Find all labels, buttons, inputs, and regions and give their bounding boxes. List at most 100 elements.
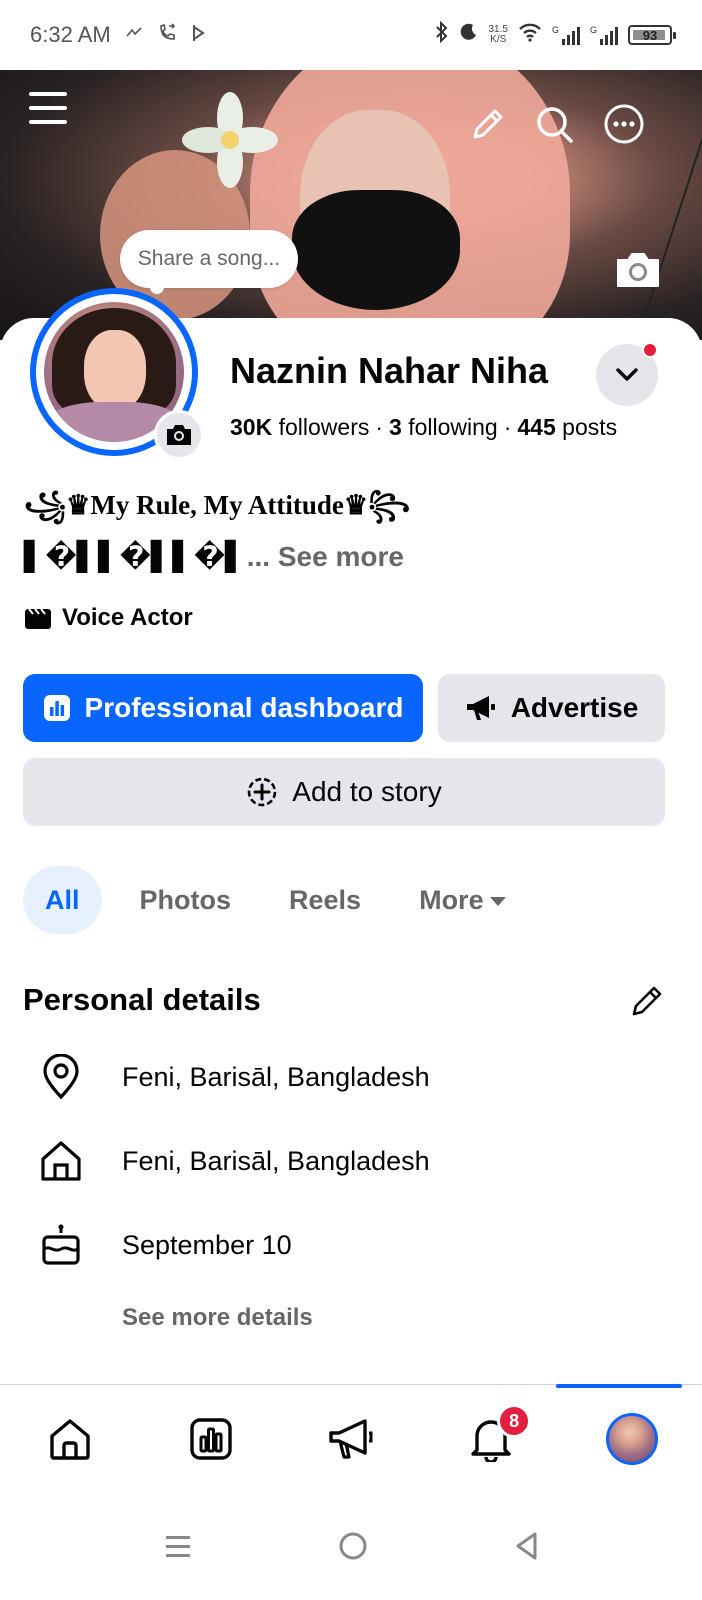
signal-icon: G [590, 25, 618, 45]
tab-photos[interactable]: Photos [120, 866, 252, 934]
bio-ellipsis: ... [246, 541, 271, 572]
tab-reels-label: Reels [289, 884, 362, 915]
detail-birthday-text: September 10 [122, 1229, 292, 1260]
flower-decoration [182, 92, 278, 188]
share-song-bubble-tail [150, 280, 164, 294]
search-icon [537, 107, 573, 143]
network-speed: 31.5 K/S [489, 25, 508, 45]
more-options-button[interactable] [602, 102, 646, 146]
detail-current-city[interactable]: Feni, Barisāl, Bangladesh [38, 1054, 430, 1100]
recent-apps-icon[interactable] [163, 1532, 193, 1560]
posts-label: posts [562, 414, 618, 440]
status-time: 6:32 AM [30, 22, 111, 47]
megaphone-icon [329, 1419, 373, 1459]
cover-photo-cable [638, 76, 702, 334]
moon-icon [459, 22, 479, 48]
notification-badge: 8 [497, 1404, 532, 1438]
search-button[interactable] [532, 102, 576, 146]
tab-reels[interactable]: Reels [269, 866, 381, 934]
tab-all[interactable]: All [23, 866, 102, 934]
tab-all-label: All [45, 884, 80, 915]
system-navigation-bar [0, 1492, 702, 1600]
following-stat[interactable]: 3 following [389, 414, 498, 440]
separator-dot: · [375, 414, 384, 440]
add-to-story-button[interactable]: Add to story [23, 758, 665, 826]
clapperboard-icon [25, 608, 51, 629]
dashboard-icon [189, 1418, 232, 1460]
job-label: Voice Actor [62, 604, 193, 631]
nav-home[interactable] [0, 1386, 140, 1492]
add-story-icon [247, 777, 277, 807]
nav-ads[interactable] [281, 1386, 421, 1492]
home-icon [50, 1419, 90, 1460]
status-left: 6:32 AM [30, 22, 207, 48]
tab-more-label: More [419, 884, 484, 915]
call-forward-icon [157, 22, 177, 48]
back-icon[interactable] [513, 1531, 539, 1561]
profile-photo-face [84, 330, 146, 410]
followers-label: followers [278, 414, 370, 440]
location-pin-icon [38, 1054, 84, 1100]
share-song-bubble[interactable]: Share a song... [120, 230, 298, 288]
birthday-cake-icon [38, 1222, 84, 1268]
nav-dashboard[interactable] [140, 1386, 280, 1492]
home-icon [38, 1138, 84, 1184]
camera-icon [167, 425, 191, 445]
hamburger-menu-icon [29, 92, 67, 124]
posts-stat[interactable]: 445 posts [517, 414, 617, 440]
tab-photos-label: Photos [139, 884, 232, 915]
detail-birthday[interactable]: September 10 [38, 1222, 292, 1268]
detail-current-city-text: Feni, Barisāl, Bangladesh [122, 1061, 430, 1092]
followers-stat[interactable]: 30K followers [230, 414, 369, 440]
bio-glyphs: ▌�▌▌�▌▌�▌ [24, 540, 247, 573]
detail-hometown-text: Feni, Barisāl, Bangladesh [122, 1145, 430, 1176]
wifi-icon [518, 22, 542, 48]
profile-avatar [605, 1413, 658, 1465]
separator-dot: · [503, 414, 512, 440]
edit-profile-button[interactable] [466, 102, 510, 146]
status-right: 31.5 K/S G G 93 [435, 20, 676, 49]
profile-name: Naznin Nahar Niha [230, 350, 549, 391]
profile-tabs: All Photos Reels More [23, 866, 544, 934]
see-more-details-link[interactable]: See more details [122, 1304, 313, 1332]
advertise-button[interactable]: Advertise [438, 674, 665, 742]
see-more-link[interactable]: See more [278, 541, 404, 572]
home-circle-icon[interactable] [338, 1531, 368, 1561]
tab-more[interactable]: More [399, 866, 526, 934]
battery-icon: 93 [628, 25, 676, 45]
battery-level: 93 [642, 27, 658, 43]
bottom-nav: 8 [0, 1386, 702, 1492]
posts-count: 445 [517, 414, 556, 440]
cover-camera-icon[interactable] [614, 250, 662, 290]
notification-dot [642, 342, 658, 358]
data-saver-icon [125, 26, 143, 45]
nav-notifications[interactable]: 8 [421, 1386, 561, 1492]
edit-details-pencil-icon[interactable] [628, 982, 666, 1020]
professional-dashboard-button[interactable]: Professional dashboard [23, 674, 423, 742]
followers-count: 30K [230, 414, 273, 440]
bio-line-2: ▌�▌▌�▌▌�▌... See more [24, 540, 404, 573]
network-speed-unit: K/S [490, 34, 507, 45]
following-count: 3 [389, 414, 402, 440]
change-profile-picture-button[interactable] [154, 410, 204, 460]
bluetooth-icon [435, 20, 449, 49]
more-horizontal-icon [604, 104, 644, 144]
status-bar: 6:32 AM 31.5 K/S G G 93 [0, 0, 702, 70]
following-label: following [408, 414, 498, 440]
detail-hometown[interactable]: Feni, Barisāl, Bangladesh [38, 1138, 430, 1184]
signal-icon: G [552, 25, 580, 45]
pencil-icon [473, 109, 503, 139]
megaphone-icon [466, 696, 495, 720]
nav-profile[interactable] [562, 1386, 702, 1492]
job-category: Voice Actor [24, 604, 193, 632]
add-to-story-label: Add to story [292, 776, 442, 807]
profile-stats: 30K followers · 3 following · 445 posts [230, 414, 617, 441]
chevron-down-icon [616, 368, 638, 381]
menu-button[interactable] [26, 86, 70, 130]
cover-photo-mask [292, 190, 460, 310]
caret-down-icon [489, 896, 506, 906]
bio-line-1: ꧁♛My Rule, My Attitude♛꧂ [24, 490, 411, 520]
dashboard-icon [43, 695, 70, 721]
advertise-label: Advertise [510, 692, 639, 723]
professional-dashboard-label: Professional dashboard [84, 692, 404, 723]
